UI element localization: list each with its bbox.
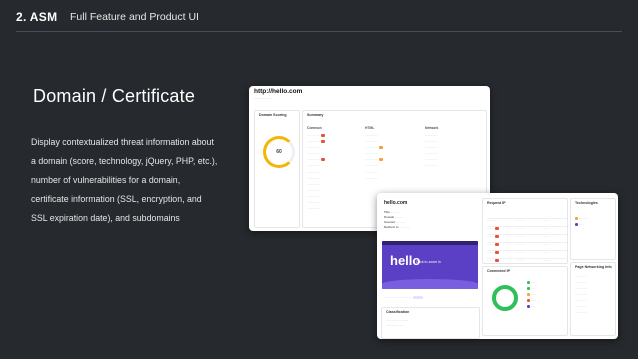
legend-item: ········ <box>527 281 537 284</box>
domain-url: http://hello.com <box>254 88 303 95</box>
summary-column-network: Network ·············· ·············· ··… <box>425 126 439 168</box>
preview-caption: ······························ <box>384 295 423 299</box>
description-line: SSL expiration date), and subdomains <box>31 213 180 223</box>
request-ip-panel: Request IP ··········· ······· ······· ···… <box>482 198 568 264</box>
score-value: 60 <box>276 149 282 155</box>
table-row[interactable]: ········ ······· ······· <box>487 258 567 266</box>
summary-column-common: Common ·············· ·············· ···… <box>307 126 325 212</box>
legend-item: ······· <box>527 299 537 302</box>
table-row[interactable]: ········ ······· ······· <box>487 226 567 234</box>
slide-description: Display contextualized threat informatio… <box>31 133 241 228</box>
table-row: ··········· ······· ······· <box>487 218 567 226</box>
domain-detail-screenshot: hello.com Title ········· Domain ·······… <box>377 193 618 339</box>
summary-column-html: HTML ·············· ·············· ·····… <box>365 126 383 182</box>
page-networking-panel: Page Networking Info ········· ···· ····… <box>570 262 616 336</box>
technologies-panel: Technologies ············ ······· <box>570 198 616 260</box>
column-header: Network <box>425 126 439 130</box>
header-divider <box>16 31 622 32</box>
page-networking-title: Page Networking Info <box>575 265 612 269</box>
table-row[interactable]: ········ ······· ······· <box>487 250 567 258</box>
column-header: Common <box>307 126 322 130</box>
domain-scoring-panel: Domain Scoring 60 <box>254 110 300 228</box>
site-name: hello.com <box>384 200 408 206</box>
section-title: Full Feature and Product UI <box>70 11 199 23</box>
table-row[interactable]: ········ ······· ······· <box>487 234 567 242</box>
description-line: certificate information (SSL, encryption… <box>31 194 202 204</box>
description-line: number of vulnerabilities for a domain, <box>31 175 181 185</box>
domain-scoring-title: Domain Scoring <box>259 113 287 117</box>
score-gauge: 60 <box>263 136 295 168</box>
column-header: HTML <box>365 126 375 130</box>
technology-item: ············ <box>575 217 589 220</box>
field-domain: Domain ······· <box>384 215 402 219</box>
connected-ip-panel: Connected IP ········ ····· ······· ····… <box>482 266 568 336</box>
field-title: Title ········· <box>384 210 399 214</box>
legend-item: ····· <box>527 305 535 308</box>
request-ip-title: Request IP <box>487 201 506 205</box>
legend-item: ····· <box>527 287 535 290</box>
website-preview[interactable]: hello Click to zoom in <box>382 241 478 289</box>
field-inserted: Inserted ·········· <box>384 220 405 224</box>
table-row[interactable]: ········ ······· ······· <box>487 242 567 250</box>
field-redirect: Redirect to ··········· <box>384 225 410 229</box>
classification-title: Classification <box>386 310 410 314</box>
section-number: 2. ASM <box>16 10 58 24</box>
technology-item: ······· <box>575 223 585 226</box>
description-line: Display contextualized threat informatio… <box>31 137 214 147</box>
slide-heading: Domain / Certificate <box>33 86 196 106</box>
request-ip-table: ··········· ······· ······· ········ ·····… <box>487 218 567 266</box>
domain-subtitle: ···· ······· ···· <box>254 97 272 101</box>
classification-panel: Classification ························ … <box>381 307 480 339</box>
preview-zoom-label: Click to zoom in <box>416 260 441 264</box>
connected-ip-donut <box>492 285 518 311</box>
legend-item: ······· <box>527 293 537 296</box>
description-line: a domain (score, technology, jQuery, PHP… <box>31 156 218 166</box>
technologies-title: Technologies <box>575 201 598 205</box>
slide-header: 2. ASM Full Feature and Product UI <box>0 0 638 34</box>
connected-ip-title: Connected IP <box>487 269 510 273</box>
summary-title: Summary <box>307 113 324 117</box>
